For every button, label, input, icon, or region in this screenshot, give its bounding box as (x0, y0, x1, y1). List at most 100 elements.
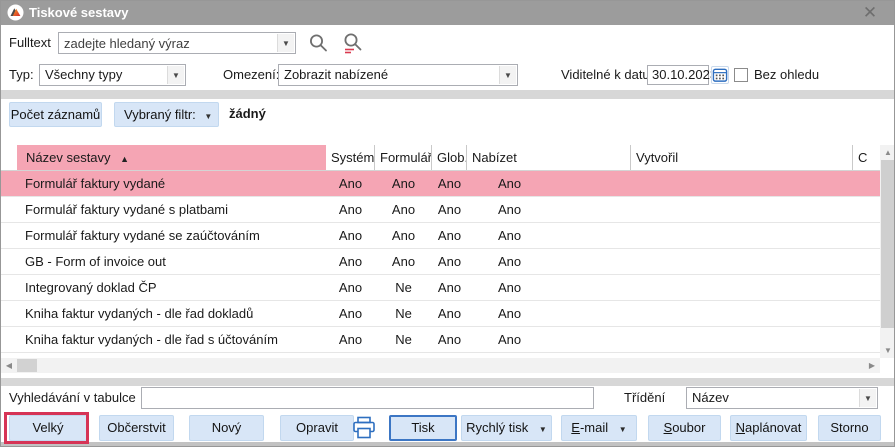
novy-button[interactable]: Nový (189, 415, 264, 441)
email-label: E-mail (571, 416, 608, 440)
column-header-vytvoril[interactable]: Vytvořil (631, 145, 853, 170)
table-search-input[interactable] (141, 387, 594, 409)
column-header-nabizet[interactable]: Nabízet (467, 145, 631, 170)
sort-asc-icon: ▲ (120, 154, 129, 164)
divider (1, 378, 894, 386)
cell-system: Ano (326, 301, 375, 326)
cell-formular: Ne (375, 275, 432, 300)
omezeni-label: Omezení: (223, 64, 279, 86)
email-dropdown[interactable]: E-mail ▼ (561, 415, 637, 441)
bez-ohledu-label: Bez ohledu (754, 64, 819, 86)
scroll-down-icon[interactable]: ▼ (880, 343, 895, 358)
omezeni-value: Zobrazit nabízené (284, 65, 497, 85)
table-row[interactable]: Formulář faktury vydané se zaúčtováním A… (1, 223, 880, 249)
cell-system: Ano (326, 249, 375, 274)
table-row[interactable]: GB - Form of invoice out Ano Ano Ano Ano (1, 249, 880, 275)
opravit-button[interactable]: Opravit (280, 415, 354, 441)
divider (1, 90, 894, 99)
trideni-label: Třídění (624, 387, 665, 409)
table-search-label: Vyhledávání v tabulce (9, 387, 136, 409)
search-icon[interactable] (307, 32, 329, 54)
cell-nabizet: Ano (467, 327, 631, 352)
trideni-value: Název (692, 388, 857, 408)
tisk-button[interactable]: Tisk (389, 415, 457, 441)
soubor-button[interactable]: Soubor (648, 415, 721, 441)
typ-label: Typ: (9, 64, 34, 86)
typ-select[interactable]: Všechny typy ▼ (39, 64, 186, 86)
horizontal-scrollbar-thumb[interactable] (17, 359, 37, 372)
cell-system: Ano (326, 275, 375, 300)
table-row[interactable]: Integrovaný doklad ČP Ano Ne Ano Ano (1, 275, 880, 301)
selected-filter-dropdown[interactable]: Vybraný filtr: ▼ (114, 102, 219, 127)
column-header-label: Název sestavy (26, 150, 111, 165)
table-row[interactable]: Kniha faktur vydaných - dle řad dokladů … (1, 301, 880, 327)
obcerstvit-button[interactable]: Občerstvit (99, 415, 174, 441)
chevron-down-icon: ▼ (619, 425, 627, 434)
column-header-glob[interactable]: Glob... (432, 145, 467, 170)
chevron-down-icon[interactable]: ▼ (277, 34, 294, 52)
fulltext-input[interactable] (59, 33, 275, 53)
date-field[interactable]: 30.10.2023 (647, 65, 709, 85)
trideni-select[interactable]: Název ▼ (686, 387, 878, 409)
scroll-left-icon[interactable]: ◀ (1, 358, 17, 373)
scroll-right-icon[interactable]: ▶ (864, 358, 880, 373)
report-name: Integrovaný doklad ČP (17, 275, 326, 300)
table-row[interactable]: Formulář faktury vydané s platbami Ano A… (1, 197, 880, 223)
cell-formular: Ano (375, 171, 432, 196)
cell-glob: Ano (432, 171, 467, 196)
column-header-truncated[interactable]: C (853, 145, 880, 170)
table-row[interactable]: Kniha faktur vydaných - dle řad s účtová… (1, 327, 880, 353)
report-name: Formulář faktury vydané (17, 171, 326, 196)
cell-formular: Ano (375, 223, 432, 248)
fulltext-label: Fulltext (9, 32, 51, 54)
search-in-results-icon[interactable] (340, 31, 364, 56)
title-bar: Tiskové sestavy ✕ (1, 1, 894, 25)
cell-system: Ano (326, 171, 375, 196)
rychly-tisk-dropdown[interactable]: Rychlý tisk ▼ (461, 415, 552, 441)
cell-formular: Ano (375, 197, 432, 222)
cell-formular: Ano (375, 249, 432, 274)
chevron-down-icon: ▼ (204, 112, 212, 121)
report-name: Formulář faktury vydané s platbami (17, 197, 326, 222)
vertical-scrollbar-thumb[interactable] (881, 160, 895, 328)
report-name: Kniha faktur vydaných - dle řad dokladů (17, 301, 326, 326)
storno-button[interactable]: Storno (818, 415, 881, 441)
close-icon[interactable]: ✕ (858, 2, 882, 24)
horizontal-scrollbar[interactable]: ◀ ▶ (1, 358, 880, 373)
omezeni-select[interactable]: Zobrazit nabízené ▼ (278, 64, 518, 86)
chevron-down-icon[interactable]: ▼ (167, 66, 184, 84)
column-header-formular[interactable]: Formulář (375, 145, 432, 170)
report-name: GB - Form of invoice out (17, 249, 326, 274)
soubor-label: Soubor (664, 416, 706, 440)
print-reports-dialog: Tiskové sestavy ✕ Fulltext ▼ Typ: Všechn… (0, 0, 895, 447)
chevron-down-icon[interactable]: ▼ (499, 66, 516, 84)
cell-system: Ano (326, 197, 375, 222)
cell-nabizet: Ano (467, 275, 631, 300)
fulltext-combo[interactable]: ▼ (58, 32, 296, 54)
printer-dropdown[interactable]: ▼ (351, 415, 391, 441)
cell-nabizet: Ano (467, 171, 631, 196)
naplanovat-label: Naplánovat (736, 416, 802, 440)
column-header-system[interactable]: Systém... (326, 145, 375, 170)
cell-glob: Ano (432, 197, 467, 222)
bez-ohledu-checkbox[interactable] (734, 68, 748, 82)
typ-value: Všechny typy (45, 65, 165, 85)
naplanovat-button[interactable]: Naplánovat (730, 415, 807, 441)
vertical-scrollbar[interactable]: ▲ ▼ (880, 145, 895, 358)
printer-icon (351, 416, 377, 440)
column-header-nazev[interactable]: Název sestavy ▲ (17, 145, 326, 170)
cell-glob: Ano (432, 301, 467, 326)
table-row[interactable]: Formulář faktury vydané Ano Ano Ano Ano (1, 171, 880, 197)
cell-system: Ano (326, 327, 375, 352)
velky-ciselnik-button[interactable]: Velký číselník (9, 415, 87, 441)
calendar-button[interactable] (711, 66, 729, 84)
chevron-down-icon: ▼ (539, 425, 547, 434)
report-name: Formulář faktury vydané se zaúčtováním (17, 223, 326, 248)
cell-nabizet: Ano (467, 249, 631, 274)
cell-nabizet: Ano (467, 223, 631, 248)
chevron-down-icon[interactable]: ▼ (859, 389, 876, 407)
selected-filter-label: Vybraný filtr: (124, 107, 196, 122)
record-count-button[interactable]: Počet záznamů (9, 102, 102, 127)
scroll-up-icon[interactable]: ▲ (880, 145, 895, 160)
window-title: Tiskové sestavy (29, 5, 129, 20)
